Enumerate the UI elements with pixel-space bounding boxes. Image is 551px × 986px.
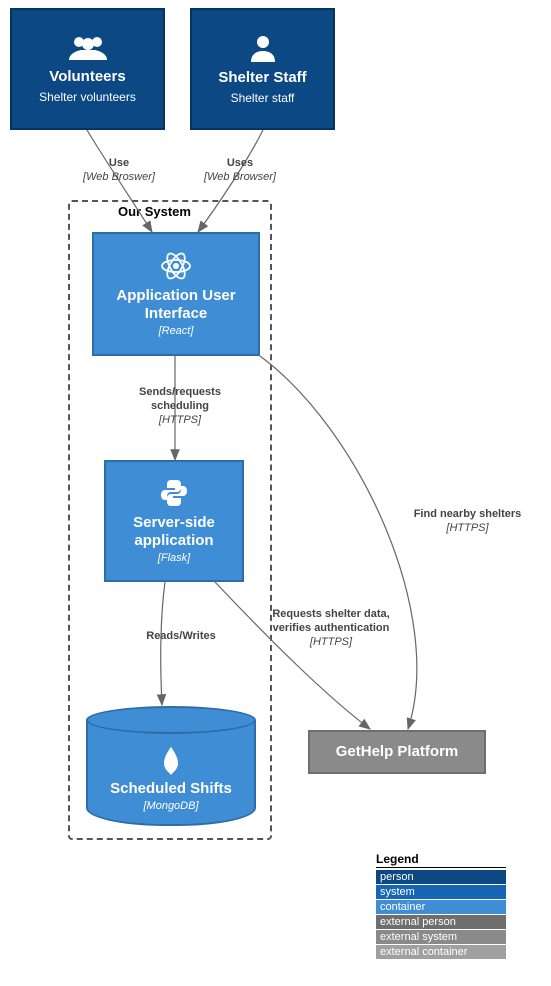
edge-ui-server: Sends/requests scheduling [HTTPS]: [120, 386, 240, 427]
volunteers-title: Volunteers: [43, 68, 131, 86]
edge-staff-ui: Uses [Web Browser]: [190, 157, 290, 185]
edge-label-tech: [HTTPS]: [266, 636, 396, 650]
node-gethelp: GetHelp Platform: [308, 730, 486, 774]
ui-title: Application User Interface: [94, 287, 258, 323]
edge-server-db: Reads/Writes: [126, 630, 236, 644]
legend-row: external system: [376, 930, 506, 944]
edge-ui-gethelp: Find nearby shelters [HTTPS]: [390, 508, 545, 536]
node-volunteers: Volunteers Shelter volunteers: [10, 8, 165, 130]
legend-row: person: [376, 870, 506, 884]
python-icon: [159, 478, 189, 508]
edge-label-text: Uses: [190, 157, 290, 171]
edge-label-tech: [Web Broswer]: [74, 171, 164, 185]
edge-label-text: Sends/requests scheduling: [120, 386, 240, 414]
system-boundary-label: Our System: [118, 204, 191, 219]
user-icon: [248, 33, 278, 63]
server-tech: [Flask]: [158, 552, 190, 564]
ui-tech: [React]: [159, 325, 194, 337]
db-title: Scheduled Shifts: [104, 780, 238, 798]
legend-row: external person: [376, 915, 506, 929]
users-icon: [67, 34, 109, 62]
edge-server-gethelp: Requests shelter data, verifies authenti…: [266, 608, 396, 649]
legend: Legend person system container external …: [376, 852, 506, 960]
db-tech: [MongoDB]: [143, 800, 198, 812]
legend-row: container: [376, 900, 506, 914]
node-staff: Shelter Staff Shelter staff: [190, 8, 335, 130]
volunteers-subtitle: Shelter volunteers: [39, 90, 136, 104]
edge-volunteers-ui: Use [Web Broswer]: [74, 157, 164, 185]
node-ui: Application User Interface [React]: [92, 232, 260, 356]
edge-label-tech: [Web Browser]: [190, 171, 290, 185]
edge-label-text: Use: [74, 157, 164, 171]
gethelp-title: GetHelp Platform: [330, 743, 465, 761]
staff-title: Shelter Staff: [212, 69, 312, 87]
legend-title: Legend: [376, 852, 506, 868]
staff-subtitle: Shelter staff: [231, 91, 295, 105]
legend-row: external container: [376, 945, 506, 959]
db-top-ellipse: [86, 706, 256, 734]
node-server: Server-side application [Flask]: [104, 460, 244, 582]
edge-label-text: Requests shelter data, verifies authenti…: [266, 608, 396, 636]
edge-label-text: Find nearby shelters: [390, 508, 545, 522]
legend-row: system: [376, 885, 506, 899]
react-icon: [159, 251, 193, 281]
node-db: Scheduled Shifts [MongoDB]: [86, 720, 256, 826]
server-title: Server-side application: [106, 514, 242, 550]
edge-label-text: Reads/Writes: [126, 630, 236, 644]
edge-label-tech: [HTTPS]: [390, 522, 545, 536]
edge-label-tech: [HTTPS]: [120, 414, 240, 428]
mongodb-icon: [161, 746, 181, 776]
